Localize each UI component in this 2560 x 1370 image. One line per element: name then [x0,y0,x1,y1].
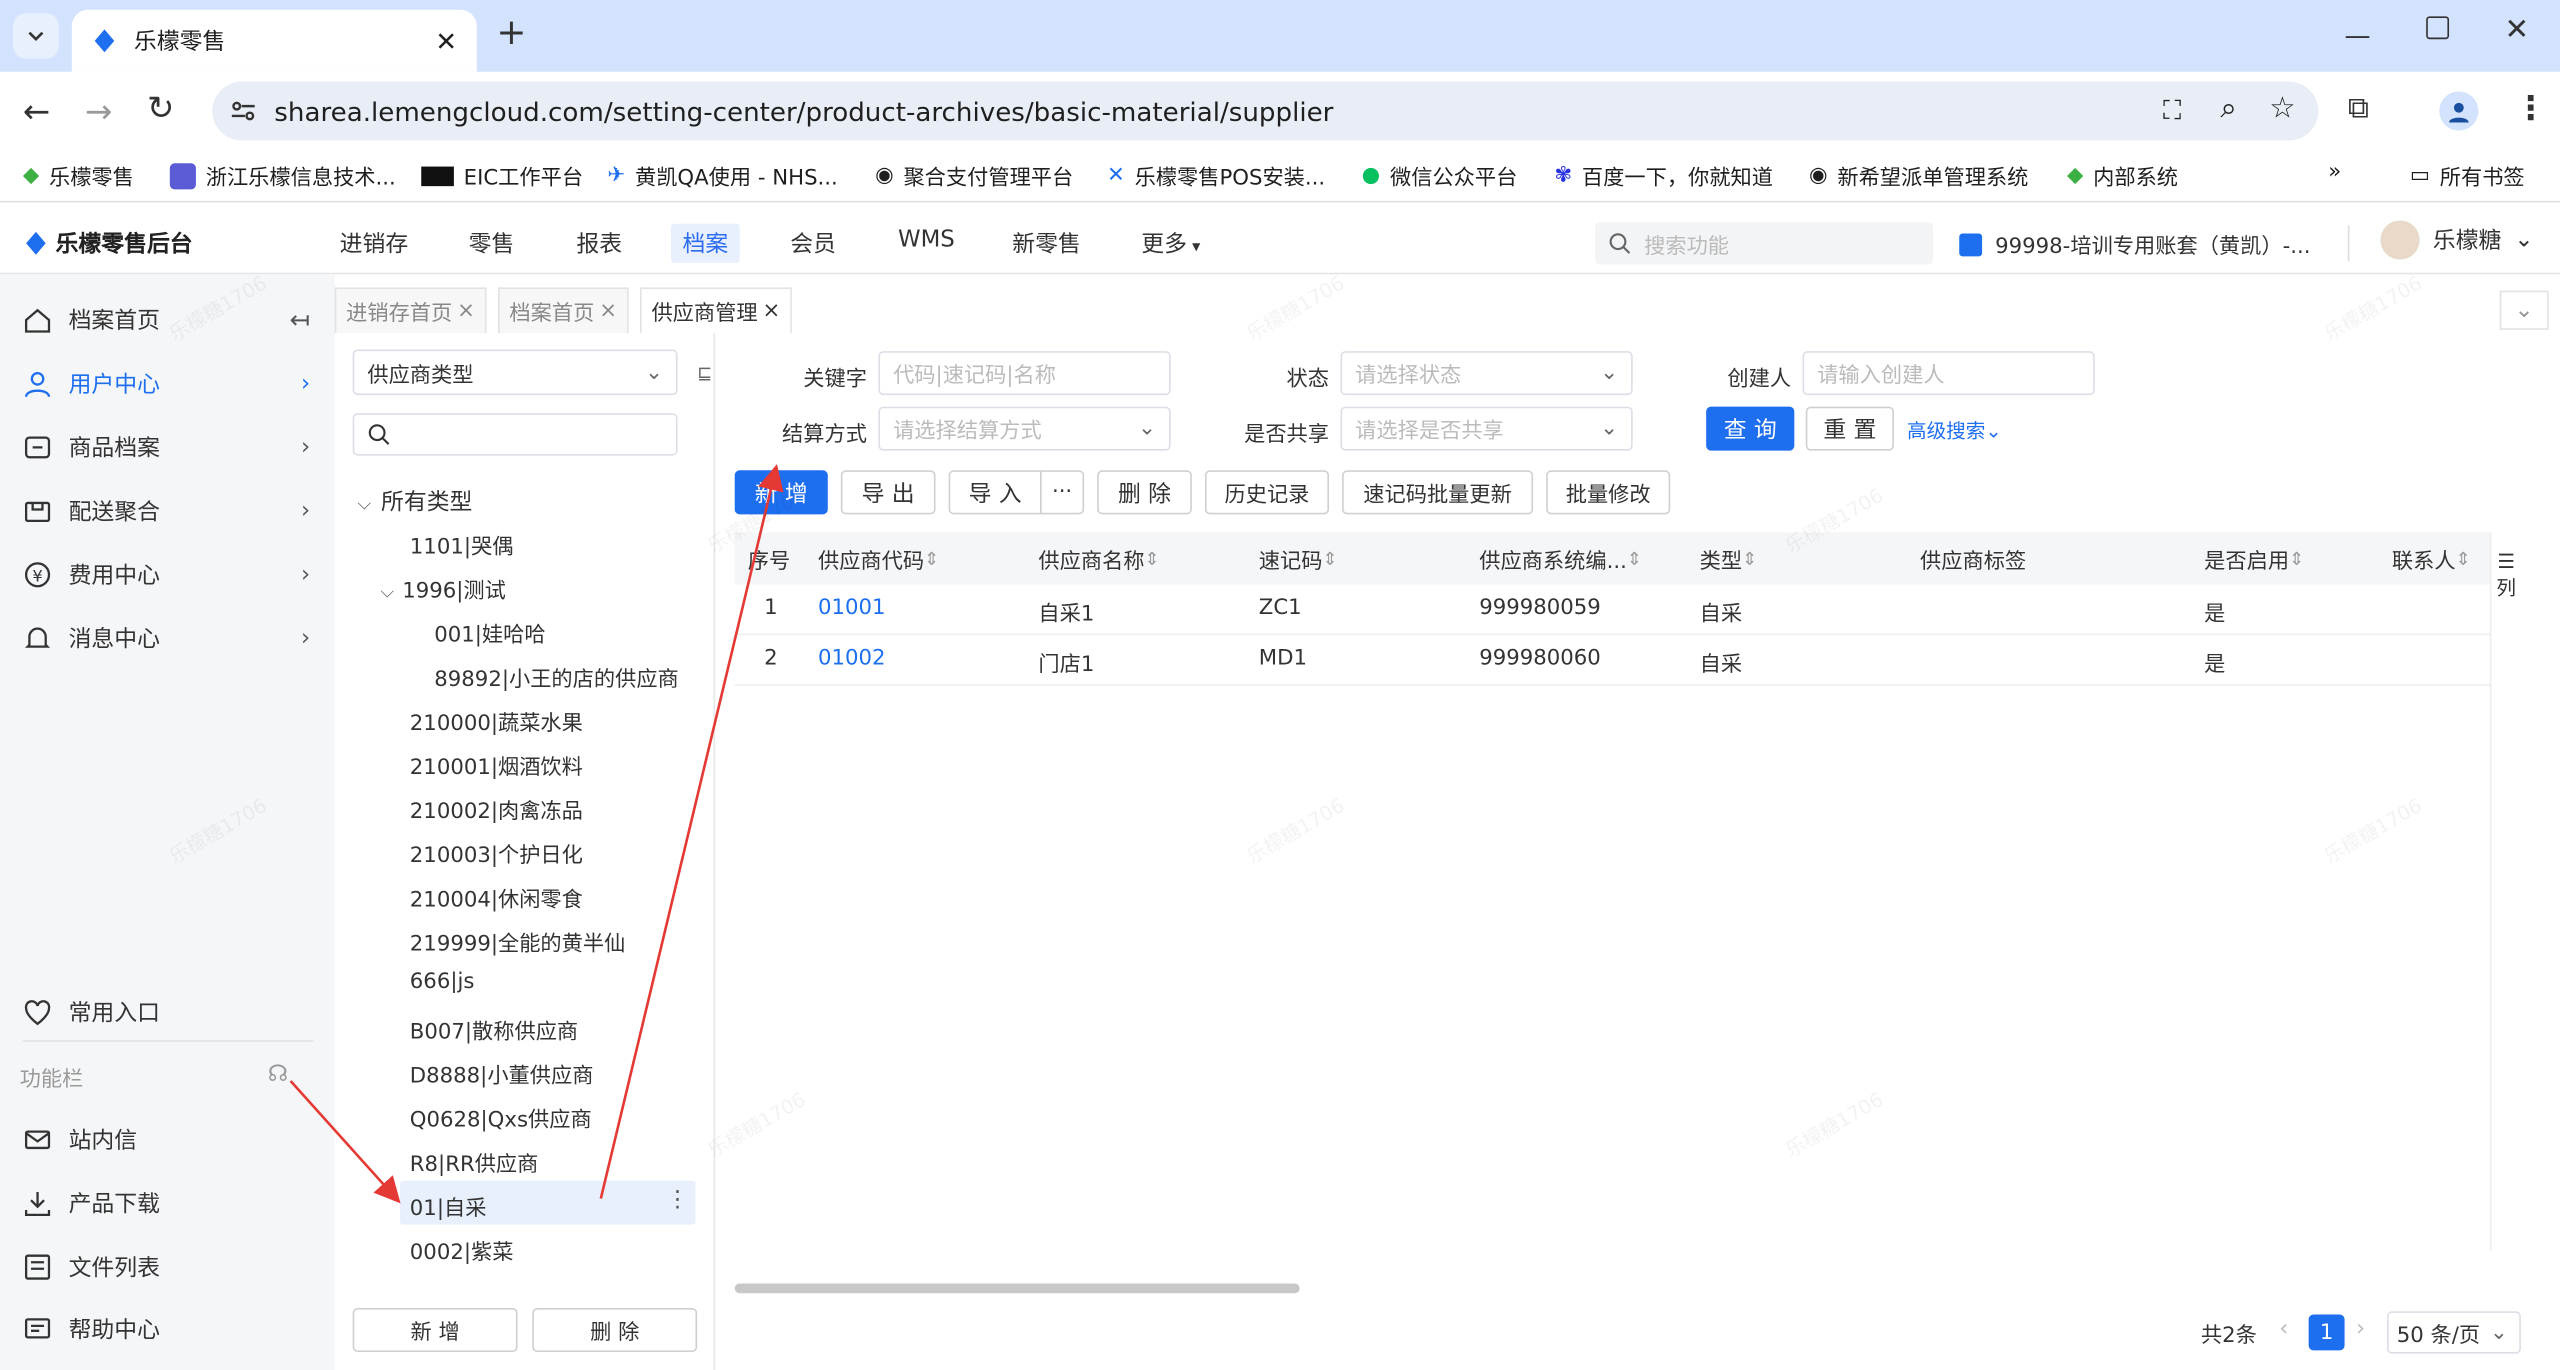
annotation-arrows [289,464,784,1204]
